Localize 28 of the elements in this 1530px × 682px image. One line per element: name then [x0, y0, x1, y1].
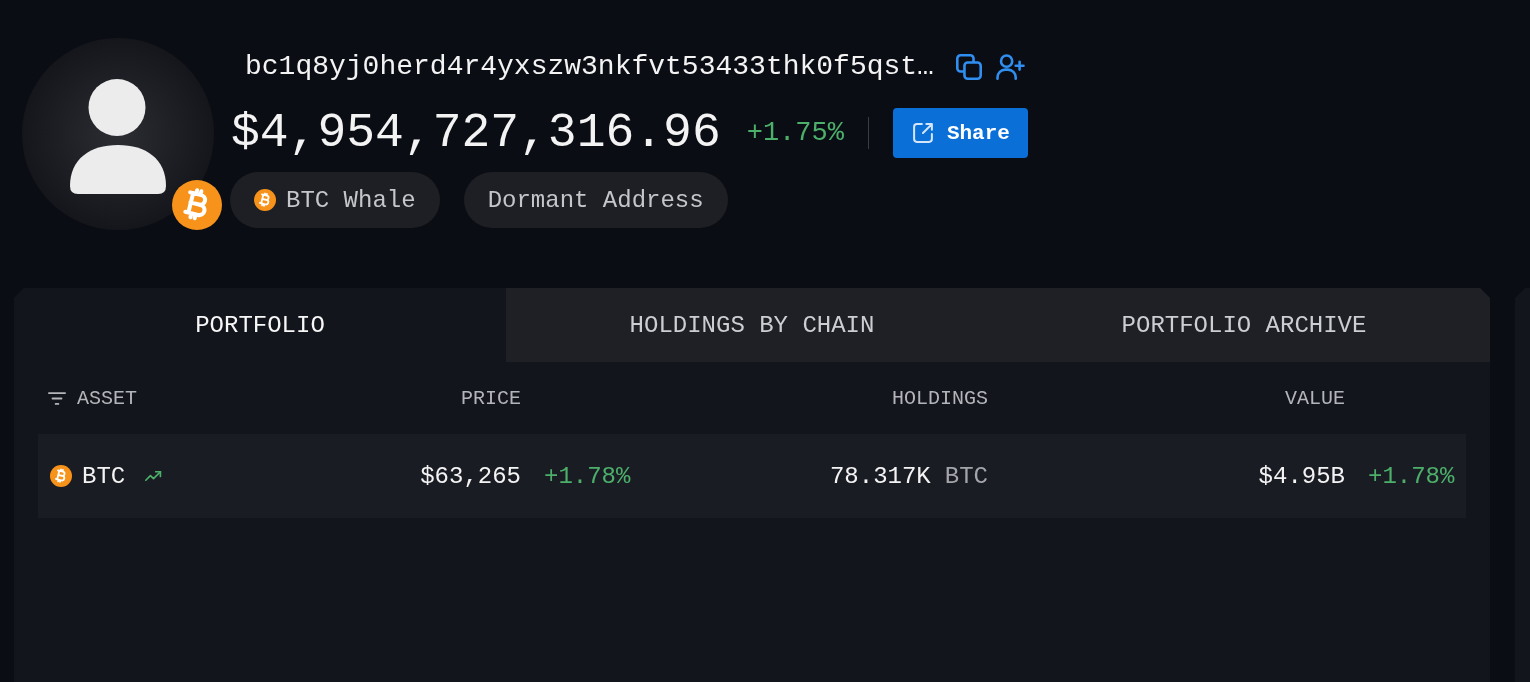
balance-change: +1.75%	[746, 118, 844, 148]
tab[interactable]: HOLDINGS BY CHAIN	[506, 288, 998, 362]
wallet-address: bc1q8yj0herd4r4yxszw3nkfvt53433thk0f5qst…	[245, 50, 934, 84]
external-link-icon	[912, 123, 933, 143]
add-user-icon[interactable]	[995, 54, 1025, 80]
price-cell: $63,265	[420, 462, 521, 490]
asset-symbol: BTC	[82, 462, 126, 490]
column-header[interactable]: ASSET	[77, 386, 137, 410]
bitcoin-icon	[172, 180, 222, 230]
tag-chip[interactable]: BTC Whale	[230, 172, 440, 228]
avatar-icon	[22, 38, 214, 230]
tab[interactable]: PORTFOLIO ARCHIVE	[998, 288, 1490, 362]
share-button[interactable]: Share	[892, 108, 1028, 158]
copy-icon[interactable]	[955, 54, 982, 80]
value-cell: $4.95B	[1258, 462, 1345, 490]
balance-amount: $4,954,727,316.96	[231, 105, 721, 161]
table-row[interactable]: BTC $63,265 +1.78% 78.317K BTC $4.95B +1.78%	[38, 434, 1466, 518]
column-header[interactable]: HOLDINGS	[892, 386, 988, 410]
bitcoin-icon	[254, 189, 276, 211]
filter-icon[interactable]	[48, 391, 66, 405]
column-header[interactable]: VALUE	[1285, 386, 1345, 410]
change-cell-text: +1.78%	[1367, 462, 1456, 490]
holdings-amount: 78.317K	[829, 462, 931, 490]
tag-chip[interactable]: Dormant Address	[463, 172, 728, 228]
bitcoin-icon	[50, 465, 72, 487]
change-cell-text: +1.78%	[543, 462, 632, 490]
column-header[interactable]: PRICE	[461, 386, 521, 410]
holdings-unit: BTC	[944, 462, 988, 490]
